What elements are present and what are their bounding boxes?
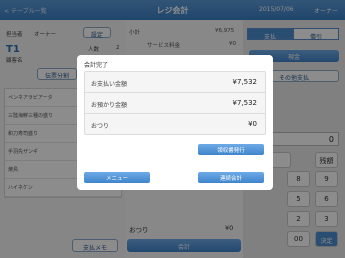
change-amount-label: おつり [91,123,110,130]
menu-button[interactable]: メニュー [84,172,150,183]
payment-summary-box: お支払い金額 ¥7,532 お預かり金額 ¥7,532 おつり ¥0 [84,71,266,135]
received-amount-label: お預かり金額 [91,102,128,109]
continue-checkout-button[interactable]: 連続会計 [198,172,264,183]
summary-row-received: お預かり金額 ¥7,532 [85,93,265,114]
issue-receipt-button[interactable]: 領収書発行 [198,144,264,155]
summary-row-change: おつり ¥0 [85,114,265,135]
dialog-title: 会計完了 [84,62,109,69]
received-amount-value: ¥7,532 [232,99,258,107]
paid-amount-label: お支払い金額 [91,81,128,88]
summary-row-paid: お支払い金額 ¥7,532 [85,72,265,93]
checkout-complete-dialog: 会計完了 お支払い金額 ¥7,532 お預かり金額 ¥7,532 おつり ¥0 … [77,55,273,190]
paid-amount-value: ¥7,532 [232,78,258,86]
change-amount-value: ¥0 [248,120,257,128]
